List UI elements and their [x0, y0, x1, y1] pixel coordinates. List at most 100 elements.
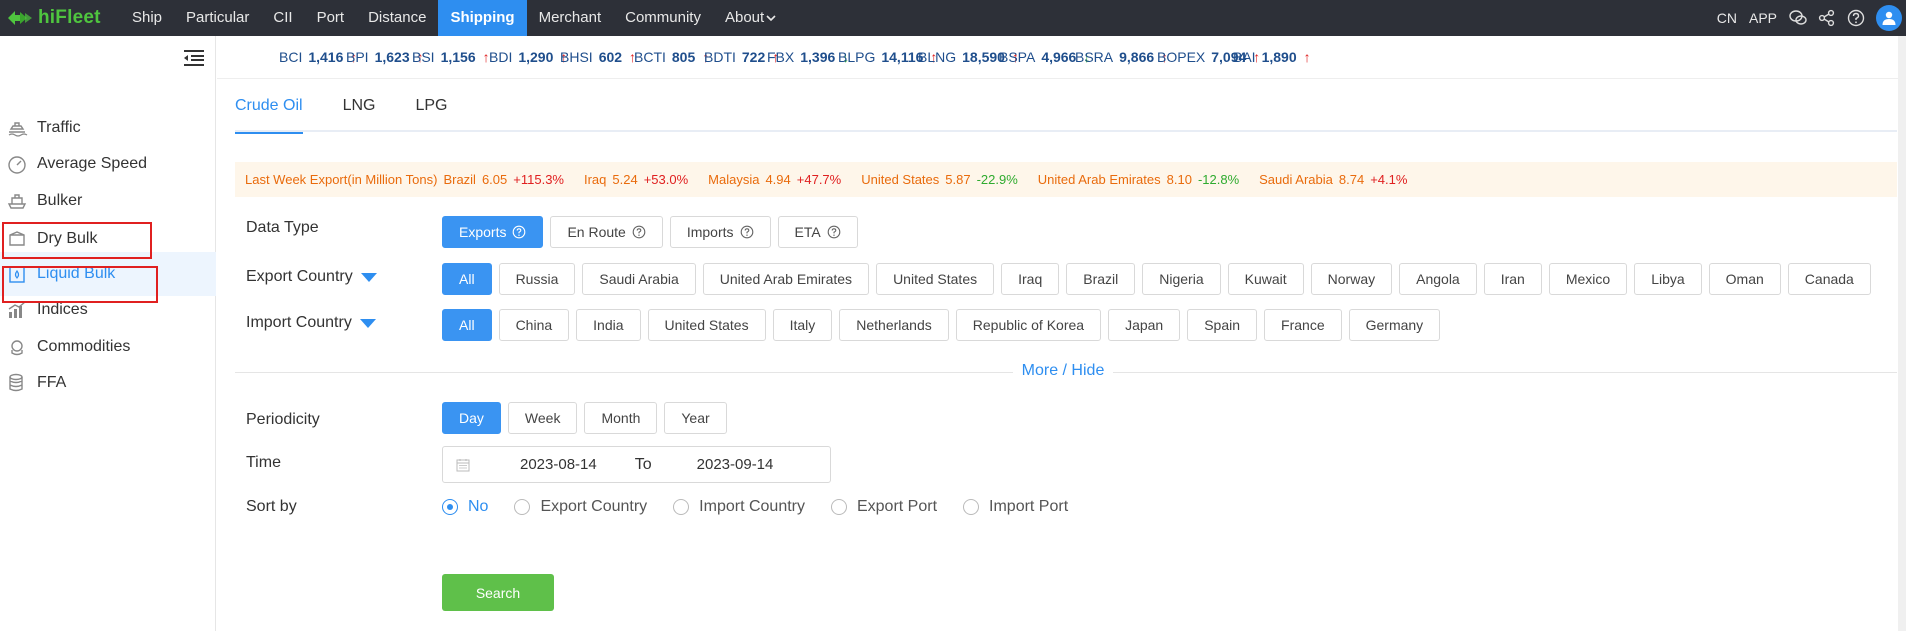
- data-type-eta-button[interactable]: ETA: [777, 216, 858, 248]
- import-country-all-button[interactable]: All: [442, 309, 492, 341]
- nav-item-label: Particular: [186, 9, 250, 26]
- export-country-iran-button[interactable]: Iran: [1483, 263, 1542, 295]
- periodicity-week-button[interactable]: Week: [507, 402, 578, 434]
- sort-by-option-label: Import Port: [989, 498, 1069, 515]
- periodicity-month-button[interactable]: Month: [584, 402, 658, 434]
- last-week-export-banner: Last Week Export(in Million Tons) Brazil…: [235, 162, 1897, 197]
- radio-circle[interactable]: [673, 499, 690, 515]
- sort-by-import-port-radio[interactable]: Import Port: [963, 498, 1068, 516]
- wechat-icon[interactable]: [1789, 9, 1807, 27]
- share-icon[interactable]: [1818, 9, 1836, 27]
- import-country-italy-button[interactable]: Italy: [772, 309, 833, 341]
- sort-by-export-port-radio[interactable]: Export Port: [830, 498, 937, 516]
- export-country-label[interactable]: Export Country: [246, 268, 377, 286]
- import-country-spain-button[interactable]: Spain: [1187, 309, 1258, 341]
- import-country-united-states-button[interactable]: United States: [647, 309, 766, 341]
- import-country-option-label: Spain: [1204, 317, 1241, 333]
- import-country-netherlands-button[interactable]: Netherlands: [839, 309, 949, 341]
- nav-item-shipping[interactable]: Shipping: [438, 0, 527, 36]
- date-range-picker[interactable]: 2023-08-14 To 2023-09-14: [442, 446, 831, 483]
- radio-circle[interactable]: [963, 499, 980, 515]
- tab-lpg[interactable]: LPG: [415, 92, 447, 132]
- ticker-item-fbx[interactable]: FBX 1,396 ↓: [767, 49, 849, 65]
- data-type-en-route-button[interactable]: En Route: [550, 216, 663, 248]
- export-country-mexico-button[interactable]: Mexico: [1548, 263, 1628, 295]
- nav-item-merchant[interactable]: Merchant: [527, 0, 614, 36]
- sidebar-item-ffa[interactable]: FFA: [0, 361, 216, 405]
- logo[interactable]: hiFleet: [0, 0, 120, 36]
- date-to[interactable]: 2023-09-14: [697, 456, 774, 473]
- export-country-nigeria-button[interactable]: Nigeria: [1142, 263, 1221, 295]
- tab-crude-oil[interactable]: Crude Oil: [235, 92, 303, 134]
- question-circle-icon[interactable]: [632, 225, 646, 239]
- sort-by-options: No Export Country Import Country Export Por…: [442, 498, 1094, 516]
- nav-item-port[interactable]: Port: [305, 0, 357, 36]
- nav-item-particular[interactable]: Particular: [174, 0, 261, 36]
- periodicity-year-button[interactable]: Year: [664, 402, 727, 434]
- periodicity-day-button[interactable]: Day: [442, 402, 501, 434]
- sort-by-export-country-radio[interactable]: Export Country: [514, 498, 647, 516]
- export-country-united-arab-emirates-button[interactable]: United Arab Emirates: [702, 263, 870, 295]
- ticker-value: 1,416: [308, 49, 344, 65]
- export-country-brazil-button[interactable]: Brazil: [1066, 263, 1136, 295]
- export-country-oman-button[interactable]: Oman: [1708, 263, 1781, 295]
- ticker-name: BPI: [346, 49, 369, 65]
- periodicity-options: Day Week Month Year: [442, 402, 734, 434]
- import-country-label[interactable]: Import Country: [246, 314, 376, 332]
- radio-circle[interactable]: [514, 499, 531, 515]
- ticker-item-bcti[interactable]: BCTI 805 ↑: [634, 49, 709, 65]
- radio-circle[interactable]: [830, 499, 847, 515]
- import-country-dropdown-icon[interactable]: [359, 318, 376, 328]
- export-country-libya-button[interactable]: Libya: [1634, 263, 1702, 295]
- import-country-india-button[interactable]: India: [576, 309, 641, 341]
- import-country-france-button[interactable]: France: [1264, 309, 1342, 341]
- app-link[interactable]: APP: [1749, 10, 1777, 26]
- export-country-norway-button[interactable]: Norway: [1310, 263, 1393, 295]
- export-country-united-states-button[interactable]: United States: [876, 263, 995, 295]
- export-country-canada-button[interactable]: Canada: [1787, 263, 1871, 295]
- export-country-dropdown-icon[interactable]: [360, 272, 377, 282]
- ticker-item-bai[interactable]: BAI 1,890 ↑: [1233, 49, 1311, 65]
- language-switch[interactable]: CN: [1717, 10, 1737, 26]
- export-country-russia-button[interactable]: Russia: [498, 263, 576, 295]
- ticker-item-bhsi[interactable]: BHSI 602 ↑: [560, 49, 636, 65]
- export-country-iraq-button[interactable]: Iraq: [1001, 263, 1060, 295]
- tab-lng[interactable]: LNG: [343, 92, 376, 132]
- import-country-china-button[interactable]: China: [498, 309, 570, 341]
- export-country-all-button[interactable]: All: [442, 263, 492, 295]
- import-country-option-label: Japan: [1125, 317, 1164, 333]
- data-type-imports-button[interactable]: Imports: [669, 216, 771, 248]
- date-from[interactable]: 2023-08-14: [520, 456, 597, 473]
- data-type-exports-button[interactable]: Exports: [442, 216, 544, 248]
- import-country-republic-of-korea-button[interactable]: Republic of Korea: [955, 309, 1102, 341]
- question-circle-icon[interactable]: [512, 225, 526, 239]
- ticker-item-bsi[interactable]: BSI 1,156 ↑: [412, 49, 490, 65]
- export-country-saudi-arabia-button[interactable]: Saudi Arabia: [582, 263, 696, 295]
- more-hide-toggle[interactable]: More / Hide: [1013, 362, 1113, 380]
- radio-circle[interactable]: [442, 499, 458, 515]
- sort-by-option-label: Import Country: [699, 498, 805, 515]
- nav-item-distance[interactable]: Distance: [356, 0, 438, 36]
- export-country-angola-button[interactable]: Angola: [1399, 263, 1477, 295]
- question-circle-icon[interactable]: [740, 225, 754, 239]
- periodicity-option-label: Week: [524, 410, 561, 426]
- nav-item-community[interactable]: Community: [613, 0, 713, 36]
- nav-item-about[interactable]: About: [713, 0, 788, 36]
- ticker-item-bsra[interactable]: BSRA 9,866 ↑: [1075, 49, 1168, 65]
- export-country-kuwait-button[interactable]: Kuwait: [1227, 263, 1304, 295]
- import-country-japan-button[interactable]: Japan: [1108, 309, 1181, 341]
- collapse-menu-icon[interactable]: [182, 48, 206, 68]
- question-circle-icon[interactable]: [827, 225, 841, 239]
- top-navbar: hiFleet Ship Particular CII Port Distance Shi…: [0, 0, 1906, 36]
- help-icon[interactable]: [1847, 9, 1865, 27]
- search-button[interactable]: Search: [442, 574, 554, 611]
- sidebar-item-label: FFA: [37, 374, 67, 391]
- nav-item-cii[interactable]: CII: [261, 0, 304, 36]
- ticker-item-bdi[interactable]: BDI 1,290 ↑: [489, 49, 567, 65]
- vertical-scrollbar[interactable]: [1898, 36, 1906, 631]
- sort-by-import-country-radio[interactable]: Import Country: [673, 498, 805, 516]
- sort-by-no-radio[interactable]: No: [442, 498, 488, 516]
- user-avatar-icon[interactable]: [1876, 5, 1902, 31]
- import-country-germany-button[interactable]: Germany: [1348, 309, 1441, 341]
- nav-item-ship[interactable]: Ship: [120, 0, 174, 36]
